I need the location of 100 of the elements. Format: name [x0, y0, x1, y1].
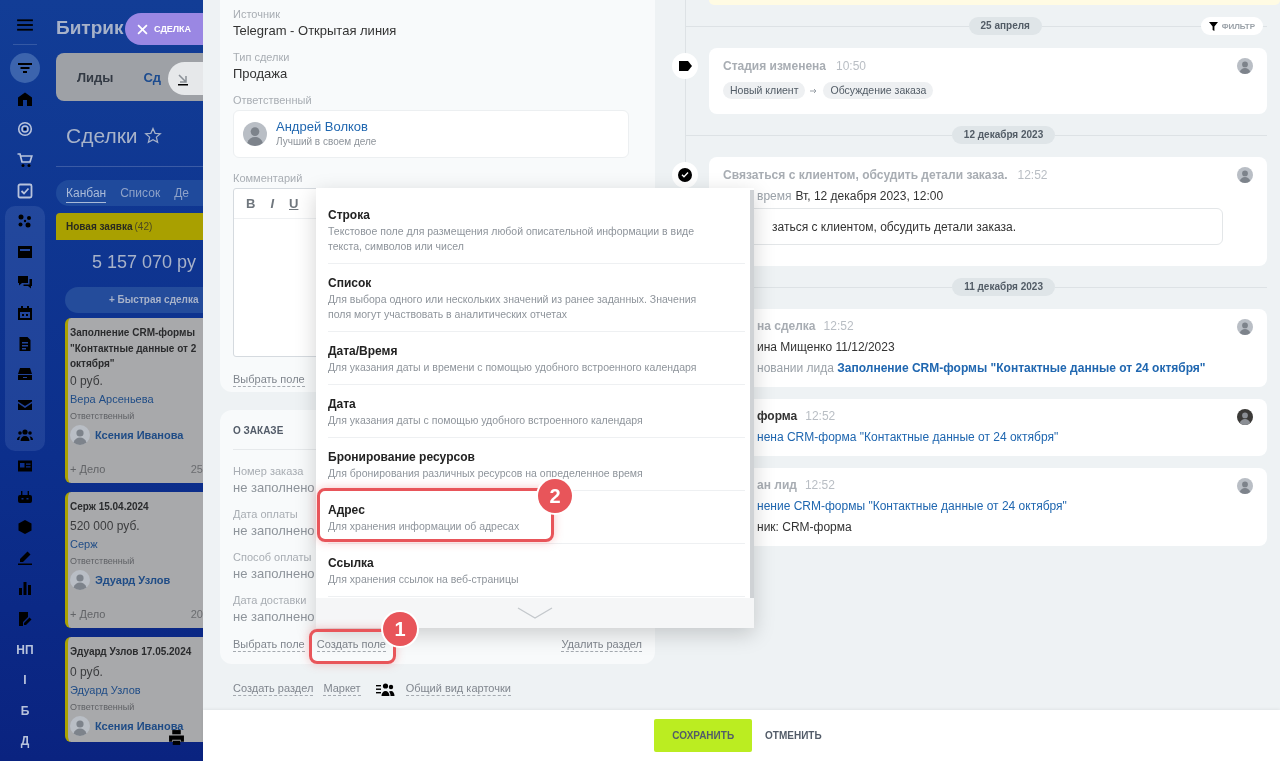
- active-item-highlight[interactable]: [10, 53, 40, 84]
- view-tab[interactable]: Список: [120, 184, 161, 202]
- star-icon[interactable]: [143, 127, 162, 145]
- field-label: Дата оплаты: [233, 507, 298, 521]
- add-activity-link[interactable]: + Дело: [70, 462, 106, 475]
- filter-button[interactable]: ФИЛЬТР: [1200, 17, 1263, 35]
- sidebar-shortcut[interactable]: I: [23, 673, 27, 688]
- cancel-button[interactable]: ОТМЕНИТЬ: [758, 719, 829, 752]
- edit-document-icon[interactable]: [17, 611, 33, 627]
- deal-card[interactable]: Заполнение CRM-формы "Контактные данные от 2 октября" 0 руб. Вера Арсеньева Ответственный Ксения Иванова + Дело 25: [65, 318, 203, 483]
- deal-amount: 520 000 руб.: [70, 518, 141, 535]
- cart-icon[interactable]: [17, 152, 33, 169]
- add-activity-link[interactable]: + Дело: [70, 608, 106, 620]
- date-label: 11 декабря 2023: [952, 278, 1055, 296]
- calendar-icon[interactable]: [17, 305, 33, 322]
- menu-item[interactable]: Дата/Время Для указания даты и времени с помощью удобного встроенного календаря: [328, 332, 745, 385]
- field-value: Telegram - Открытая линия: [233, 22, 397, 40]
- tray-icon[interactable]: [17, 366, 33, 383]
- close-icon[interactable]: [137, 23, 148, 35]
- menu-item-title: Дата/Время: [328, 343, 399, 360]
- responsible-link[interactable]: Ксения Иванова: [95, 719, 184, 732]
- menu-item[interactable]: Дата Для указания даты с помощью удобного встроенного календаря: [328, 385, 745, 438]
- chevron-down-icon[interactable]: [517, 607, 553, 619]
- responsible-label: Ответственный: [70, 409, 136, 423]
- menu-item-description: Для хранения ссылок на веб-страницы: [328, 572, 520, 587]
- format-button[interactable]: U: [289, 196, 299, 211]
- deal-title: Эдуард Узлов 17.05.2024: [70, 645, 192, 659]
- view-tab[interactable]: Канбан: [66, 183, 107, 203]
- field-label: Тип сделки: [233, 50, 290, 64]
- field-label: Ответственный: [233, 93, 312, 107]
- menu-item[interactable]: Список Для выбора одного или нескольких значений из ранее заданных. Значения поля могут участвовать в аналитических отчетах: [328, 264, 745, 332]
- client-link[interactable]: Эдуард Узлов: [70, 680, 203, 700]
- field-label: Комментарий: [233, 171, 303, 185]
- arrow-icon: [176, 71, 190, 86]
- event-text: ина Мищенко 11/12/2023: [757, 340, 895, 354]
- select-field-link[interactable]: Выбрать поле: [233, 373, 305, 387]
- checkbox-icon[interactable]: [17, 182, 33, 199]
- client-link[interactable]: Серж: [70, 535, 203, 554]
- slider-label-tab[interactable]: СДЕЛКА: [125, 13, 203, 45]
- date-label: 12 декабря 2023: [951, 126, 1056, 144]
- robot-icon[interactable]: [17, 488, 33, 505]
- deal-card[interactable]: Серж 15.04.2024 520 000 руб. Серж Ответственный Эдуард Узлов + Дело 20: [65, 491, 203, 628]
- house-icon[interactable]: [17, 90, 33, 107]
- sidebar-shortcut[interactable]: Б: [20, 703, 30, 718]
- field-value: не заполнено: [233, 522, 315, 540]
- tab[interactable]: Лиды: [77, 69, 114, 85]
- page-title: Сделки: [66, 124, 138, 148]
- field-value: не заполнено: [233, 608, 315, 626]
- responsible-link[interactable]: Ксения Иванова: [95, 428, 184, 441]
- network-icon[interactable]: [17, 213, 33, 230]
- avatar: [70, 570, 90, 590]
- save-button[interactable]: СОХРАНИТЬ: [654, 719, 753, 752]
- collapse-button[interactable]: [168, 62, 203, 95]
- comment-text: заться с клиентом, обсудить детали заказа.: [772, 219, 1017, 234]
- user-link[interactable]: Андрей Волков: [276, 119, 377, 135]
- event-time: 12:52: [804, 478, 835, 492]
- filter-icon: [1208, 21, 1218, 31]
- printer-icon[interactable]: [168, 729, 185, 746]
- menu-item[interactable]: Ссылка Для хранения ссылок на веб-страницы: [328, 544, 745, 597]
- format-button[interactable]: B: [246, 196, 256, 211]
- tab[interactable]: Сд: [143, 69, 162, 85]
- menu-item-description: Для выбора одного или нескольких значений из ранее заданных. Значения поля могут участвовать в аналитических отчетах: [328, 292, 698, 322]
- sidebar-shortcut[interactable]: НП: [16, 642, 34, 657]
- target-icon[interactable]: [17, 121, 33, 138]
- responsible-label: Ответственный: [70, 700, 136, 714]
- menu-item-description: Для указания даты и времени с помощью удобного встроенного календаря: [328, 360, 698, 375]
- bar-chart-icon[interactable]: [17, 580, 33, 597]
- field-label: Дата доставки: [233, 593, 307, 607]
- select-field-link[interactable]: Выбрать поле: [233, 638, 305, 652]
- people-list-icon[interactable]: [375, 682, 396, 696]
- people-icon[interactable]: [17, 427, 33, 444]
- client-link[interactable]: Вера Арсеньева: [70, 389, 203, 409]
- quick-deal-button[interactable]: + Быстрая сделка: [65, 287, 203, 313]
- format-button[interactable]: I: [270, 196, 274, 211]
- view-tab[interactable]: Де: [174, 184, 189, 202]
- menu-icon[interactable]: [16, 16, 34, 34]
- event-link[interactable]: нена CRM-форма "Контактные данные от 24 октября": [757, 430, 1059, 444]
- scrollbar[interactable]: [750, 190, 754, 598]
- chat-icon[interactable]: [17, 274, 33, 291]
- field-value: не заполнено: [233, 565, 315, 583]
- deal-title: Заполнение CRM-формы: [70, 326, 195, 340]
- pen-icon[interactable]: [17, 549, 33, 566]
- document-icon[interactable]: [17, 335, 33, 352]
- lead-link[interactable]: Заполнение CRM-формы "Контактные данные от 24 октября": [837, 361, 1206, 375]
- event-title: Связаться с клиентом, обсудить детали заказа.: [723, 168, 1008, 182]
- link[interactable]: Маркет: [323, 682, 361, 696]
- deal-amount: 0 руб.: [70, 663, 104, 681]
- cube-icon[interactable]: [17, 519, 33, 536]
- avatar: [1237, 167, 1253, 183]
- delete-section-link[interactable]: Удалить раздел: [561, 638, 642, 652]
- responsible-link[interactable]: Эдуард Узлов: [95, 574, 171, 586]
- event-title: ан лид: [757, 478, 797, 492]
- sidebar-shortcut[interactable]: Д: [20, 734, 30, 749]
- link[interactable]: Создать раздел: [233, 682, 314, 696]
- id-card-icon[interactable]: [17, 458, 33, 474]
- event-link[interactable]: нение CRM-формы "Контактные данные от 24 октября": [757, 499, 1067, 513]
- deal-card[interactable]: Эдуард Узлов 17.05.2024 0 руб. Эдуард Узлов Ответственный Ксения Иванова: [65, 637, 203, 742]
- link[interactable]: Общий вид карточки: [405, 682, 511, 696]
- menu-item[interactable]: Строка Текстовое поле для размещения любой описательной информации в виде текста, символов или чисел: [328, 196, 745, 264]
- window-icon[interactable]: [17, 243, 33, 260]
